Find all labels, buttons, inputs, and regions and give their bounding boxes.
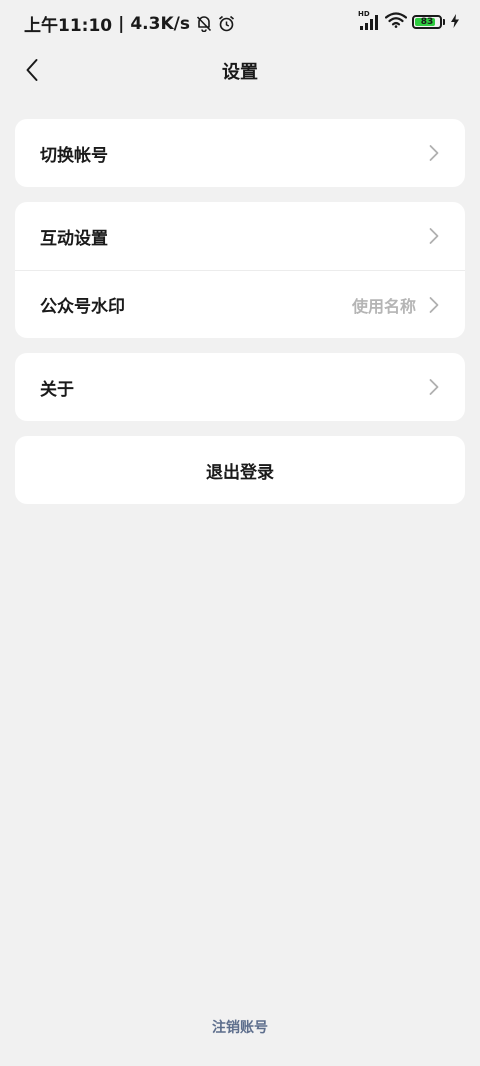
status-net-speed: 4.3K/s [130, 13, 190, 34]
battery-icon: 83 [412, 15, 442, 29]
about-row[interactable]: 关于 [15, 353, 465, 421]
status-time: 上午11:10 [24, 16, 113, 36]
wifi-icon [384, 12, 408, 32]
header: 设置 [0, 48, 480, 92]
watermark-label: 公众号水印 [40, 297, 125, 317]
watermark-value: 使用名称 [351, 296, 416, 316]
cancel-account-link[interactable]: 注销账号 [0, 1017, 480, 1037]
chevron-right-icon [429, 228, 439, 244]
settings-card: 互动设置 公众号水印 使用名称 [15, 202, 465, 338]
logout-card: 退出登录 [15, 436, 465, 504]
interaction-settings-label: 互动设置 [40, 228, 108, 249]
account-card: 切换帐号 [15, 119, 465, 187]
about-card: 关于 [15, 353, 465, 421]
status-right: HD 83 [358, 10, 460, 32]
chevron-right-icon [429, 379, 439, 395]
switch-account-label: 切换帐号 [40, 145, 108, 166]
bell-muted-icon [196, 15, 212, 32]
status-left: 上午11:10 | 4.3K/s [24, 11, 235, 36]
switch-account-row[interactable]: 切换帐号 [15, 119, 465, 187]
status-bar: 上午11:10 | 4.3K/s HD 83 [0, 0, 480, 44]
signal-icon: HD [358, 10, 380, 30]
watermark-row[interactable]: 公众号水印 使用名称 [15, 270, 465, 338]
charging-icon [450, 13, 460, 32]
battery-level: 83 [420, 17, 434, 27]
battery-cap [443, 19, 445, 25]
alarm-icon [218, 15, 235, 32]
status-separator: | [118, 13, 125, 34]
chevron-right-icon [429, 296, 439, 313]
logout-button[interactable]: 退出登录 [15, 436, 465, 504]
about-label: 关于 [40, 379, 74, 400]
page-title: 设置 [222, 62, 258, 83]
logout-label: 退出登录 [206, 462, 274, 483]
interaction-settings-row[interactable]: 互动设置 [15, 202, 465, 270]
chevron-right-icon [429, 145, 439, 161]
